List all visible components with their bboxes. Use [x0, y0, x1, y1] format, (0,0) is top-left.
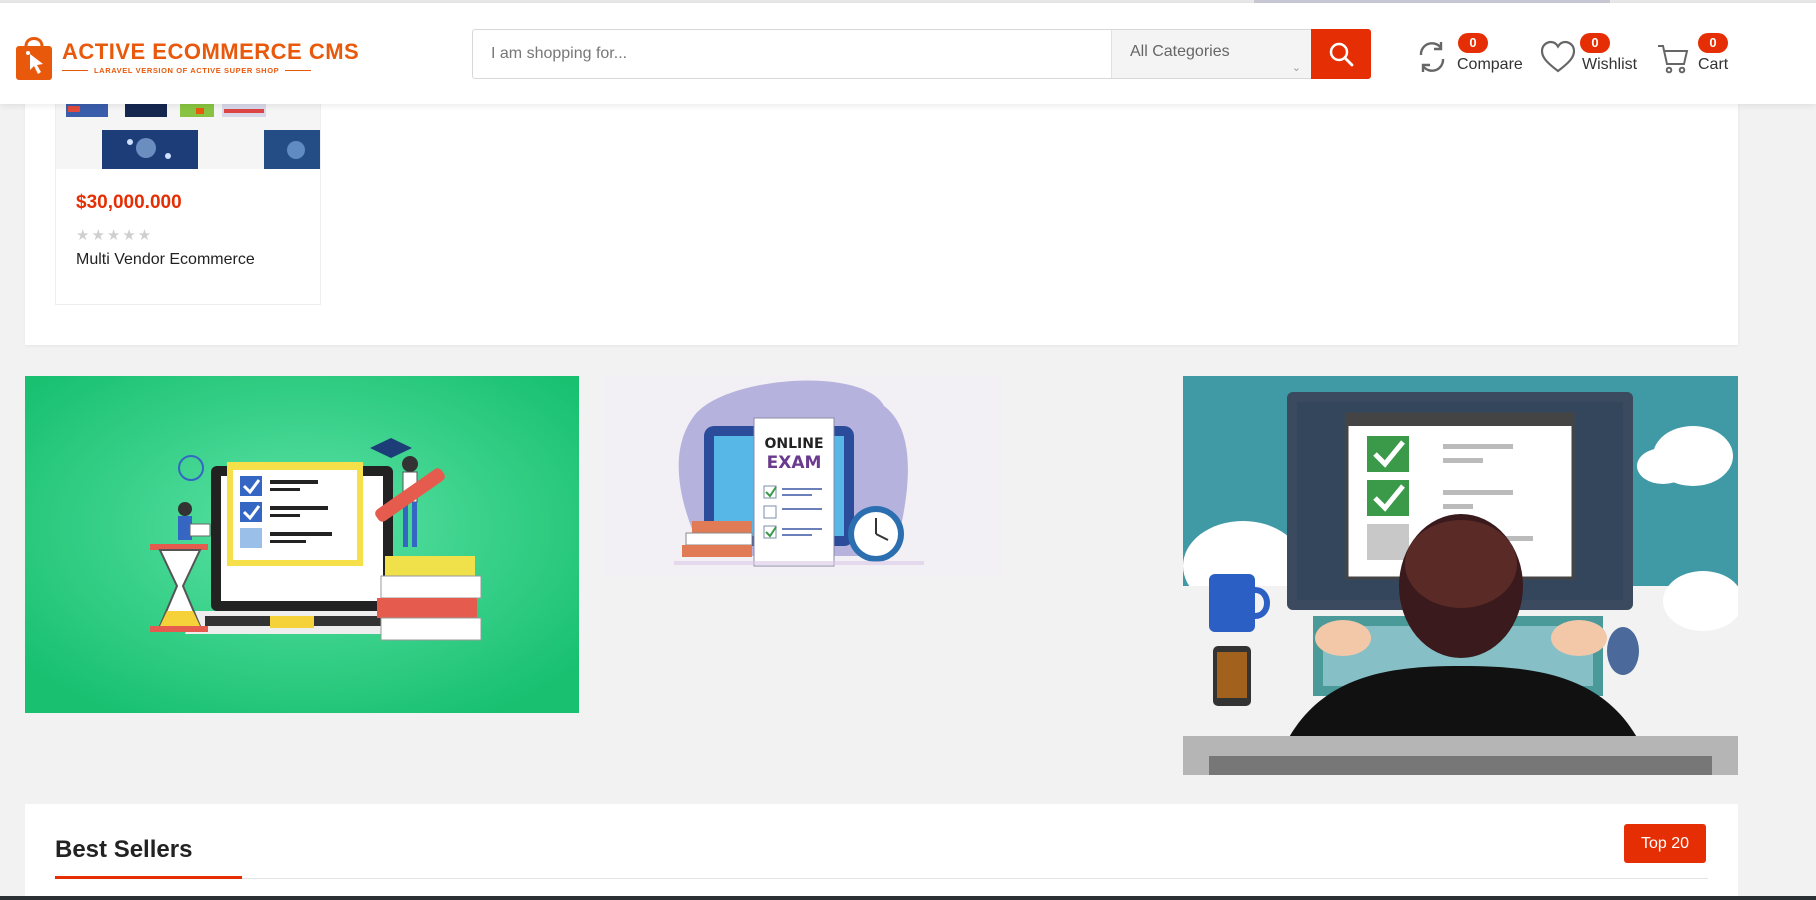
wishlist-count-badge: 0 — [1580, 33, 1610, 53]
cart-count-badge: 0 — [1698, 33, 1728, 53]
brand-name: ACTIVE ECOMMERCE CMS — [62, 38, 360, 64]
wishlist-label: Wishlist — [1582, 56, 1638, 73]
compare-icon — [1419, 42, 1445, 72]
search-button[interactable] — [1311, 29, 1371, 79]
star-rating-icon: ★★★★★ — [76, 227, 154, 244]
site-header: ACTIVE ECOMMERCE CMS LARAVEL VERSION OF … — [0, 3, 1816, 104]
search-icon — [1329, 42, 1354, 67]
banner-computer-test[interactable] — [1183, 376, 1738, 775]
product-card[interactable]: $30,000.000 ★★★★★ Multi Vendor Ecommerce — [55, 104, 321, 305]
cart-button[interactable]: 0 Cart — [1657, 33, 1737, 83]
compare-label: Compare — [1457, 56, 1523, 73]
top-20-button[interactable]: Top 20 — [1624, 824, 1706, 863]
exam-title-line2: EXAM — [767, 453, 822, 473]
shopping-bag-icon — [14, 32, 54, 82]
section-title: Best Sellers — [55, 836, 193, 863]
product-name[interactable]: Multi Vendor Ecommerce — [76, 251, 255, 269]
cart-label: Cart — [1698, 56, 1729, 73]
heart-icon — [1540, 40, 1576, 73]
section-divider — [55, 878, 1708, 879]
exam-title-line1: ONLINE — [764, 436, 823, 452]
search-input[interactable] — [473, 30, 1111, 78]
best-sellers-section: Best Sellers Top 20 — [25, 804, 1738, 900]
product-image[interactable] — [56, 104, 320, 169]
chevron-down-icon: ⌄ — [1291, 62, 1301, 74]
category-select-value: All Categories — [1130, 43, 1230, 60]
cart-icon — [1658, 45, 1689, 74]
search-bar: All Categories ⌄ — [472, 29, 1371, 79]
brand-logo[interactable]: ACTIVE ECOMMERCE CMS LARAVEL VERSION OF … — [14, 29, 359, 85]
product-section: $30,000.000 ★★★★★ Multi Vendor Ecommerce — [25, 104, 1738, 345]
bottom-strip — [0, 896, 1816, 900]
banner-online-learning[interactable] — [25, 376, 579, 713]
banner-online-exam[interactable]: ONLINE EXAM — [604, 376, 1002, 575]
compare-button[interactable]: 0 Compare — [1416, 33, 1526, 83]
product-price: $30,000.000 — [76, 192, 182, 213]
compare-count-badge: 0 — [1458, 33, 1488, 53]
section-title-underline — [55, 876, 242, 879]
wishlist-button[interactable]: 0 Wishlist — [1540, 33, 1640, 83]
brand-tagline: LARAVEL VERSION OF ACTIVE SUPER SHOP — [94, 65, 280, 75]
category-select[interactable]: All Categories ⌄ — [1111, 30, 1311, 78]
